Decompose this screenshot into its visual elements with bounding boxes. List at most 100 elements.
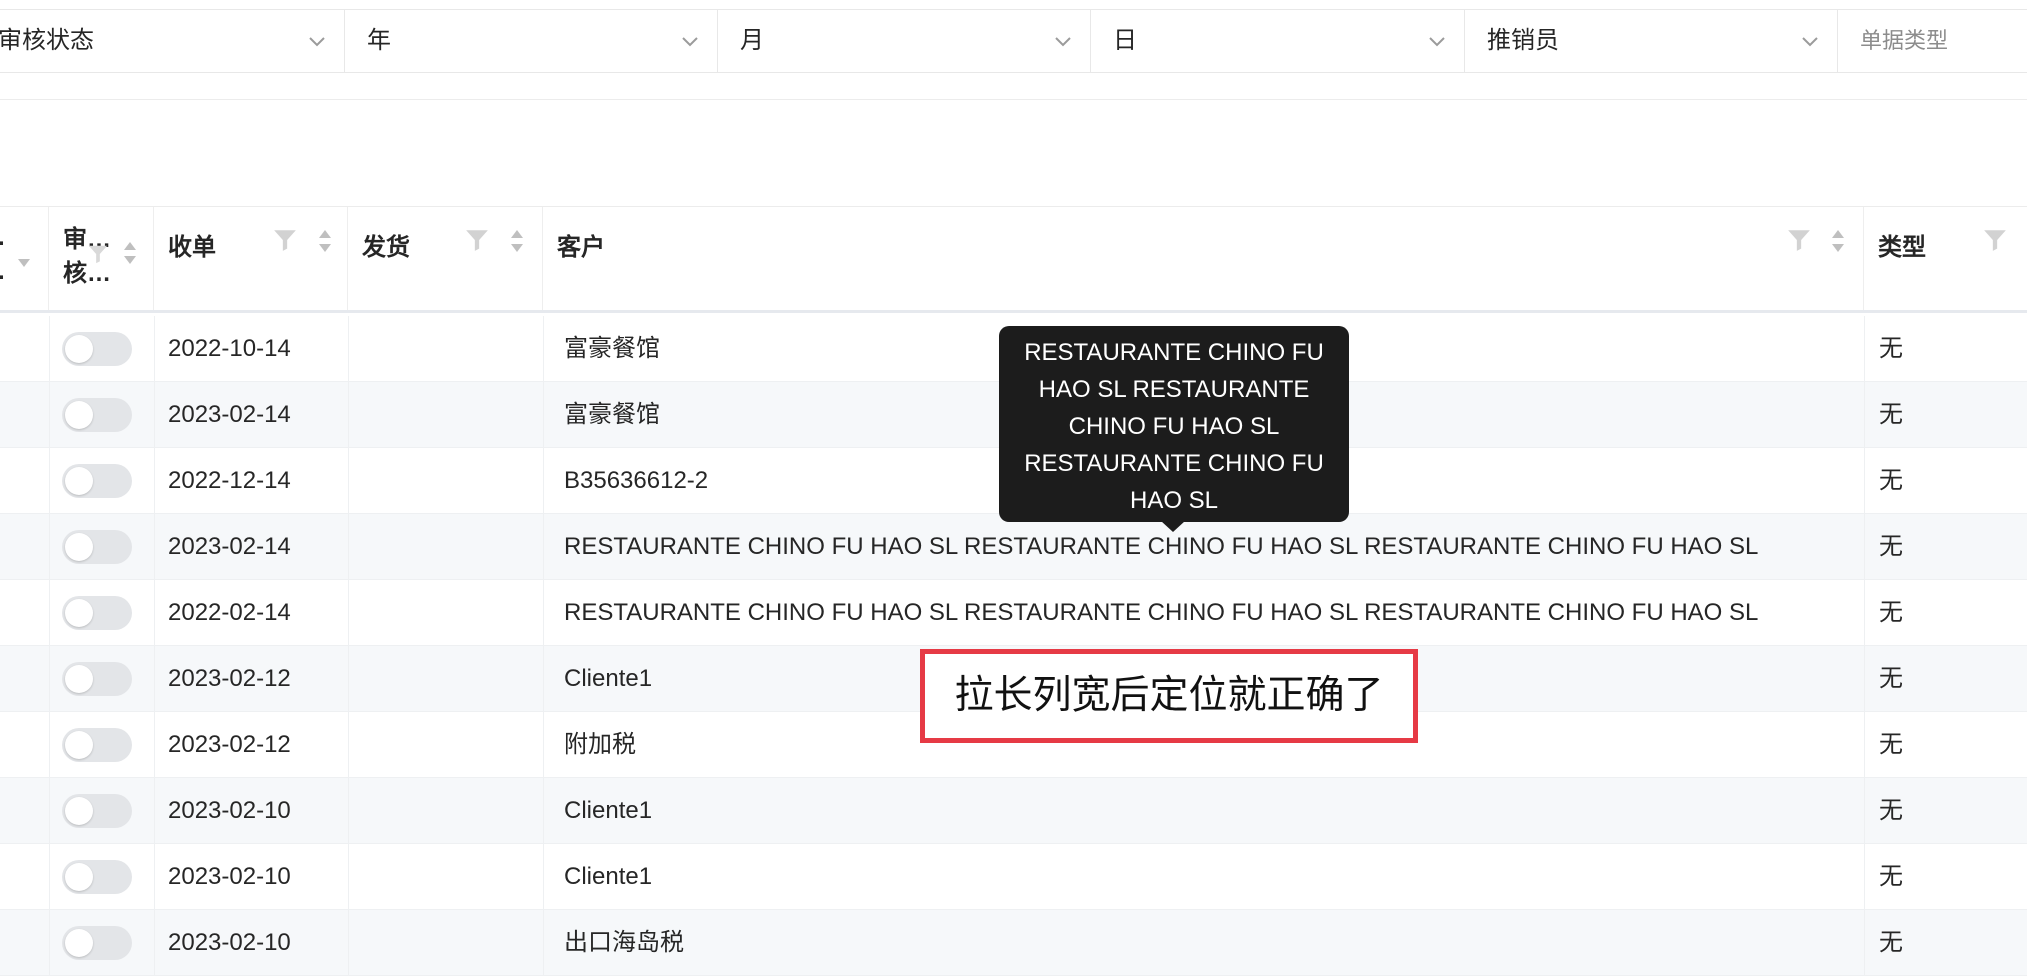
tooltip-line: HAO SL RESTAURANTE [1038, 376, 1310, 403]
day-label: 日 [1113, 27, 1137, 54]
type-cell: 无 [1879, 467, 1903, 494]
filter-icon[interactable] [272, 227, 298, 253]
column-divider [543, 382, 544, 447]
toggle-knob [65, 599, 93, 627]
audit-toggle[interactable] [62, 860, 132, 894]
column-divider [348, 382, 349, 447]
column-divider [154, 580, 155, 645]
column-divider [348, 844, 349, 909]
type-cell: 无 [1879, 731, 1903, 758]
column-divider [154, 778, 155, 843]
column-divider [154, 844, 155, 909]
tooltip-line: HAO SL [1129, 487, 1219, 514]
sort-down-icon[interactable] [16, 257, 32, 269]
column-divider [1864, 514, 1865, 579]
audit-toggle[interactable] [62, 662, 132, 696]
type-header-label: 类型 [1878, 234, 1926, 261]
column-header-audit[interactable]: 审… 核… [49, 207, 154, 310]
tooltip-line: RESTAURANTE CHINO FU [1024, 450, 1324, 477]
toggle-knob [65, 467, 93, 495]
table-row[interactable]: 2023-02-10 出口海岛税 无 [0, 910, 2027, 976]
sort-icon[interactable] [1829, 226, 1847, 256]
toggle-knob [65, 401, 93, 429]
filter-icon[interactable] [1982, 227, 2008, 253]
column-divider [1864, 316, 1865, 381]
type-cell: 无 [1879, 401, 1903, 428]
audit-toggle[interactable] [62, 794, 132, 828]
sort-icon[interactable] [121, 238, 139, 268]
column-header-shipped[interactable]: 发货 [348, 207, 543, 310]
table-row[interactable]: 2022-02-14 RESTAURANTE CHINO FU HAO SL RE… [0, 580, 2027, 646]
audit-toggle[interactable] [62, 596, 132, 630]
toggle-knob [65, 335, 93, 363]
column-divider [154, 316, 155, 381]
table-row[interactable]: 2023-02-14 RESTAURANTE CHINO FU HAO SL RE… [0, 514, 2027, 580]
column-divider [543, 448, 544, 513]
type-cell: 无 [1879, 335, 1903, 362]
audit-toggle[interactable] [62, 926, 132, 960]
column-divider [49, 910, 50, 975]
filter-bar: 审核状态 年 月 日 推销员 单据类型 [0, 9, 2027, 73]
filter-icon[interactable] [87, 243, 109, 265]
received-date-cell: 2022-12-14 [168, 467, 291, 494]
column-header-customer[interactable]: 客户 [543, 207, 1864, 310]
customer-tooltip: RESTAURANTE CHINO FU HAO SL RESTAURANTE … [999, 326, 1349, 532]
chevron-down-icon [1055, 37, 1071, 47]
received-date-cell: 2023-02-10 [168, 797, 291, 824]
year-select[interactable]: 年 [345, 10, 718, 72]
received-date-cell: 2023-02-10 [168, 929, 291, 956]
received-date-cell: 2023-02-12 [168, 665, 291, 692]
column-divider [154, 514, 155, 579]
column-divider [154, 646, 155, 711]
audit-toggle[interactable] [62, 398, 132, 432]
filter-icon[interactable] [464, 227, 490, 253]
column-divider [1864, 382, 1865, 447]
audit-status-select[interactable]: 审核状态 [0, 10, 345, 72]
tooltip-arrow [1161, 521, 1185, 532]
column-divider [49, 844, 50, 909]
salesperson-select[interactable]: 推销员 [1465, 10, 1838, 72]
column-header-received[interactable]: 收单 [154, 207, 348, 310]
column-divider [154, 910, 155, 975]
table-row[interactable]: 2023-02-10 Cliente1 无 [0, 844, 2027, 910]
column-divider [1864, 844, 1865, 909]
sort-icon[interactable] [316, 226, 334, 256]
orders-table: .. 审… 核… 收单 发货 客户 类型 2022-10-14富豪餐馆无202 [0, 206, 2027, 976]
column-divider [348, 712, 349, 777]
divider [0, 99, 2027, 100]
day-select[interactable]: 日 [1091, 10, 1465, 72]
document-type-placeholder: 单据类型 [1860, 28, 1949, 53]
type-cell: 无 [1879, 863, 1903, 890]
column-header-type[interactable]: 类型 [1864, 207, 2027, 310]
column-divider [348, 910, 349, 975]
column-divider [348, 448, 349, 513]
month-select[interactable]: 月 [718, 10, 1091, 72]
filter-icon[interactable] [1786, 227, 1812, 253]
year-label: 年 [367, 27, 391, 54]
column-divider [1864, 712, 1865, 777]
shipped-header-label: 发货 [362, 234, 410, 261]
type-cell: 无 [1879, 599, 1903, 626]
toggle-knob [65, 731, 93, 759]
type-cell: 无 [1879, 929, 1903, 956]
audit-toggle[interactable] [62, 728, 132, 762]
audit-toggle[interactable] [62, 464, 132, 498]
customer-header-label: 客户 [557, 234, 605, 261]
chevron-down-icon [309, 37, 325, 47]
column-divider [543, 712, 544, 777]
table-row[interactable]: 2023-02-10 Cliente1 无 [0, 778, 2027, 844]
column-divider [49, 646, 50, 711]
salesperson-label: 推销员 [1487, 27, 1559, 54]
column-divider [1864, 448, 1865, 513]
document-type-select[interactable]: 单据类型 [1838, 10, 2027, 72]
column-header-truncated[interactable]: .. [0, 207, 49, 310]
received-date-cell: 2023-02-14 [168, 533, 291, 560]
customer-cell: 附加税 [564, 731, 636, 758]
audit-toggle[interactable] [62, 530, 132, 564]
column-divider [49, 580, 50, 645]
sort-icon[interactable] [508, 226, 526, 256]
tooltip-line: CHINO FU HAO SL [1068, 413, 1280, 440]
audit-toggle[interactable] [62, 332, 132, 366]
column-divider [543, 316, 544, 381]
audit-status-label: 审核状态 [0, 27, 94, 54]
